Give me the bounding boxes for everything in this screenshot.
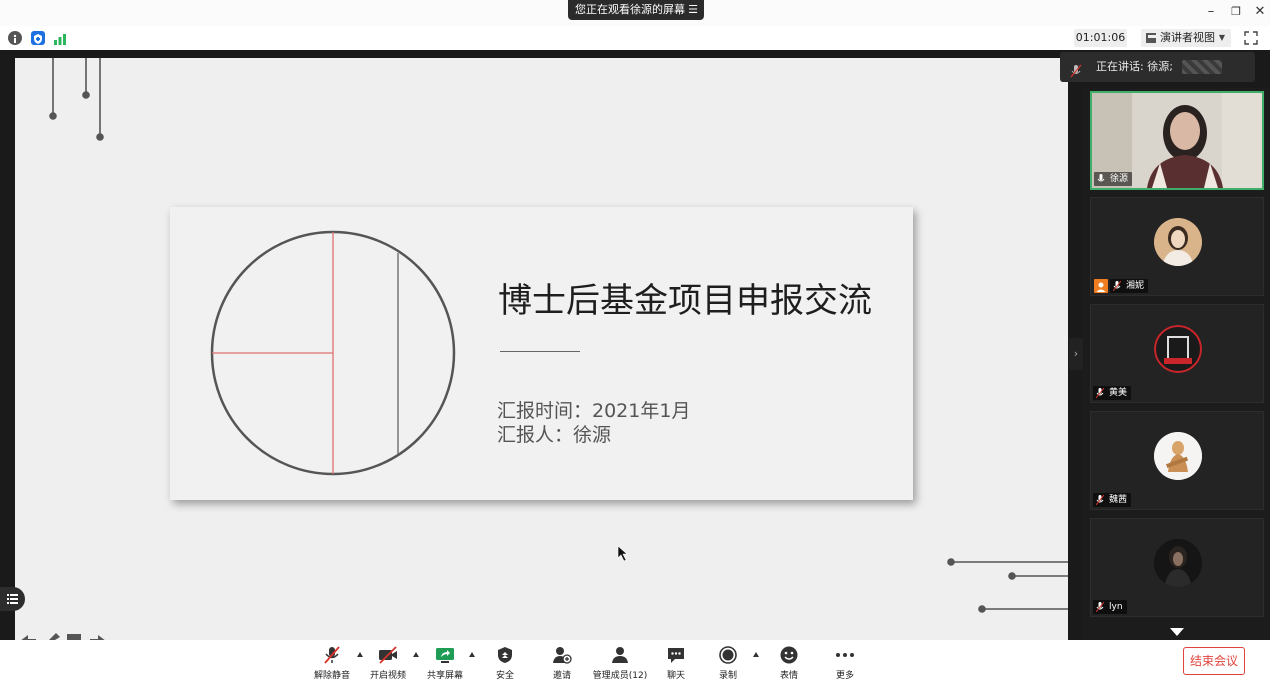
blurred-speaker-name: [1182, 60, 1222, 74]
signal-icon[interactable]: [53, 31, 67, 45]
participant-tile[interactable]: 徐源: [1090, 91, 1264, 190]
view-mode-label: 演讲者视图: [1160, 31, 1215, 44]
fullscreen-icon[interactable]: [1244, 30, 1258, 45]
active-speaker-label: 正在讲话: 徐源;: [1060, 52, 1255, 82]
add-user-icon: [553, 647, 572, 664]
share-screen-button[interactable]: 共享屏幕: [417, 644, 473, 681]
chevron-down-icon: ▼: [1218, 33, 1225, 42]
title-bar: 您正在观看徐源的屏幕 ☰ – ❐ ✕: [0, 0, 1270, 26]
participant-tile[interactable]: 湘妮: [1090, 197, 1264, 296]
info-icon[interactable]: [8, 31, 22, 45]
chevron-right-icon[interactable]: ›: [1069, 338, 1083, 370]
end-meeting-button[interactable]: 结束会议: [1183, 647, 1245, 675]
viewing-label: 您正在观看徐源的屏幕: [575, 3, 685, 16]
slide-divider: [500, 351, 580, 352]
control-bar: 解除静音 开启视频 共享屏幕 安全 邀请 管理成员(12) 聊天 录制 表情 更…: [0, 640, 1270, 682]
smiley-icon: [780, 646, 798, 664]
participant-name-label: lyn: [1093, 600, 1127, 614]
participant-name-label: 徐源: [1094, 172, 1133, 186]
scroll-down-icon[interactable]: [1170, 628, 1184, 636]
slide-title: 博士后基金项目申报交流: [498, 281, 872, 321]
video-off-icon: [379, 646, 397, 664]
speaker-text: 正在讲话: 徐源;: [1096, 60, 1173, 73]
record-icon: [719, 646, 737, 664]
shield-icon[interactable]: [31, 31, 45, 45]
avatar: [1154, 432, 1202, 480]
layout-icon: [1146, 33, 1156, 43]
slide-circle-graphic: [210, 230, 456, 476]
avatar: [1154, 539, 1202, 587]
more-button[interactable]: 更多: [817, 644, 873, 681]
chevron-up-icon[interactable]: [469, 652, 475, 657]
slide-reporter: 汇报人：徐源: [497, 424, 612, 446]
meeting-toolbar: 01:01:06 演讲者视图 ▼: [0, 26, 1270, 50]
participant-name-label: 黄美: [1093, 386, 1132, 400]
participant-tile[interactable]: lyn: [1090, 518, 1264, 617]
restore-icon[interactable]: ❐: [1227, 4, 1245, 20]
participant-tile[interactable]: 黄美: [1090, 304, 1264, 403]
meeting-timer: 01:01:06: [1074, 29, 1127, 47]
chat-icon: [668, 648, 684, 663]
viewing-screen-indicator[interactable]: 您正在观看徐源的屏幕 ☰: [568, 0, 704, 20]
avatar: [1154, 325, 1202, 373]
participant-gallery: 徐源 湘妮 黄美 魏茜 lyn: [1083, 88, 1270, 640]
participant-name-label: 湘妮: [1110, 279, 1149, 293]
participant-name-label: 魏茜: [1093, 493, 1132, 507]
menu-icon[interactable]: ☰: [688, 0, 698, 20]
chevron-up-icon[interactable]: [753, 652, 759, 657]
slide-report-time: 汇报时间：2021年1月: [497, 400, 691, 422]
annotation-tools[interactable]: [18, 628, 108, 643]
host-badge-icon: [1094, 279, 1108, 293]
record-button[interactable]: 录制: [700, 644, 756, 681]
list-panel-button[interactable]: [0, 587, 25, 611]
avatar: [1154, 218, 1202, 266]
microphone-icon: [1070, 60, 1082, 90]
close-icon[interactable]: ✕: [1251, 4, 1269, 20]
members-icon: [612, 647, 628, 663]
slide-card: 博士后基金项目申报交流 汇报时间：2021年1月 汇报人：徐源: [170, 207, 913, 500]
minimize-icon[interactable]: –: [1202, 4, 1220, 20]
view-mode-select[interactable]: 演讲者视图 ▼: [1141, 29, 1231, 47]
shared-screen: 博士后基金项目申报交流 汇报时间：2021年1月 汇报人：徐源: [15, 58, 1068, 640]
participant-tile[interactable]: 魏茜: [1090, 411, 1264, 510]
more-dots-icon: [836, 653, 854, 657]
shield-icon: [498, 647, 512, 663]
share-screen-icon: [436, 648, 454, 663]
microphone-muted-icon: [324, 646, 340, 664]
